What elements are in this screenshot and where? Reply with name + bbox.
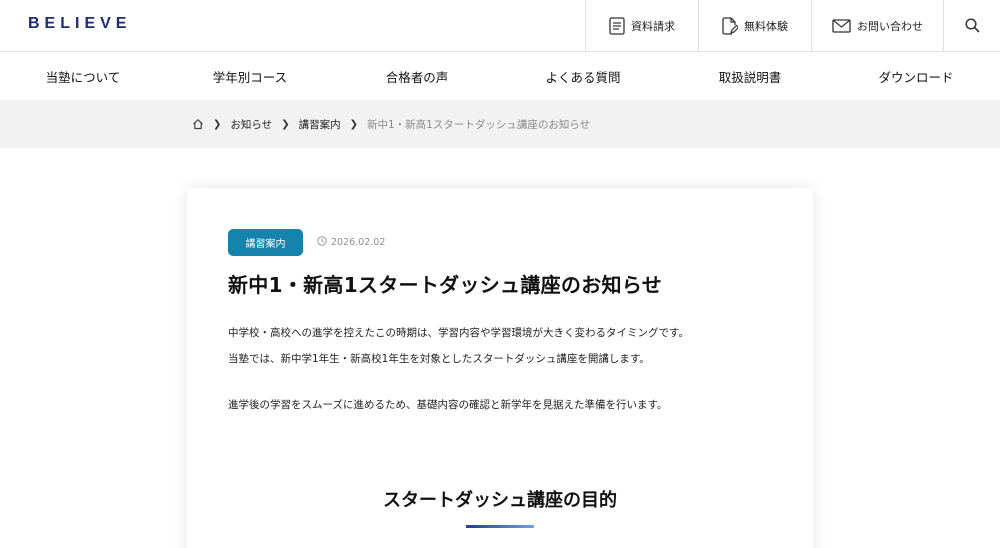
breadcrumb-band: ❯ お知らせ ❯ 講習案内 ❯ 新中1・新高1スタートダッシュ講座のお知らせ (0, 100, 1000, 148)
clock-icon (317, 236, 327, 249)
chevron-right-icon: ❯ (213, 118, 222, 130)
mail-icon (832, 18, 851, 33)
category-badge[interactable]: 講習案内 (228, 229, 303, 256)
breadcrumb-course-info[interactable]: 講習案内 (299, 117, 341, 132)
pen-document-icon (722, 16, 738, 35)
chevron-right-icon: ❯ (281, 118, 290, 130)
breadcrumb-current: 新中1・新高1スタートダッシュ講座のお知らせ (366, 118, 591, 131)
contact-label: お問い合わせ (857, 19, 923, 33)
chevron-right-icon: ❯ (349, 118, 358, 130)
article-paragraph: 中学校・高校への進学を控えたこの時期は、学習内容や学習環境が大きく変わるタイミン… (228, 327, 689, 339)
article-paragraph: 進学後の学習をスムーズに進めるため、基礎内容の確認と新学年を見据えた準備を行いま… (228, 399, 668, 411)
request-materials-label: 資料請求 (631, 19, 675, 33)
free-trial-label: 無料体験 (744, 19, 788, 33)
breadcrumb: ❯ お知らせ ❯ 講習案内 ❯ 新中1・新高1スタートダッシュ講座のお知らせ (192, 100, 590, 148)
site-header: BELIEVE 資料請求 無料体験 お問い合わせ (0, 0, 1000, 52)
contact-button[interactable]: お問い合わせ (811, 0, 943, 51)
home-icon[interactable] (192, 118, 204, 130)
section-heading: スタートダッシュ講座の目的 (383, 490, 617, 511)
nav-item-download[interactable]: ダウンロード (855, 52, 977, 100)
search-icon (964, 18, 980, 33)
post-date-text: 2026.02.02 (331, 237, 386, 248)
breadcrumb-news[interactable]: お知らせ (230, 117, 272, 132)
nav-item-faq[interactable]: よくある質問 (522, 52, 644, 100)
nav-item-about[interactable]: 当塾について (22, 52, 144, 100)
request-materials-button[interactable]: 資料請求 (585, 0, 698, 51)
section-heading-underline (466, 525, 534, 528)
nav-item-testimonials[interactable]: 合格者の声 (356, 52, 478, 100)
site-logo[interactable]: BELIEVE (28, 15, 131, 33)
article-card: 講習案内 2026.02.02 新中1・新高1スタートダッシュ講座のお知らせ 中… (187, 188, 813, 548)
nav-item-manual[interactable]: 取扱説明書 (689, 52, 811, 100)
post-date: 2026.02.02 (317, 229, 385, 256)
nav-item-courses[interactable]: 学年別コース (189, 52, 311, 100)
free-trial-button[interactable]: 無料体験 (698, 0, 811, 51)
article-paragraph: 当塾では、新中学1年生・新高校1年生を対象としたスタートダッシュ講座を開講します… (228, 353, 650, 365)
document-icon (609, 16, 625, 35)
article-title: 新中1・新高1スタートダッシュ講座のお知らせ (228, 273, 663, 297)
global-nav: 当塾について 学年別コース 合格者の声 よくある質問 取扱説明書 ダウンロード (0, 52, 1000, 100)
search-button[interactable] (943, 0, 1000, 51)
